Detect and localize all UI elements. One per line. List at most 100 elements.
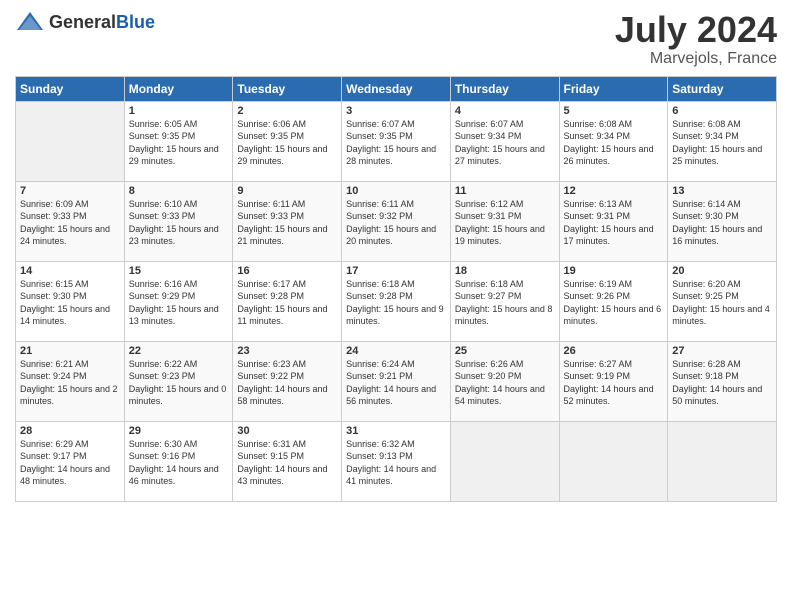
day-info: Sunrise: 6:06 AMSunset: 9:35 PMDaylight:… xyxy=(237,118,337,168)
calendar-cell: 3Sunrise: 6:07 AMSunset: 9:35 PMDaylight… xyxy=(342,101,451,181)
calendar-cell: 17Sunrise: 6:18 AMSunset: 9:28 PMDayligh… xyxy=(342,261,451,341)
column-header-friday: Friday xyxy=(559,76,668,101)
day-number: 11 xyxy=(455,185,555,197)
calendar-week-3: 21Sunrise: 6:21 AMSunset: 9:24 PMDayligh… xyxy=(16,341,777,421)
day-number: 28 xyxy=(20,425,120,437)
day-info: Sunrise: 6:28 AMSunset: 9:18 PMDaylight:… xyxy=(672,358,772,408)
calendar-cell: 14Sunrise: 6:15 AMSunset: 9:30 PMDayligh… xyxy=(16,261,125,341)
day-info: Sunrise: 6:05 AMSunset: 9:35 PMDaylight:… xyxy=(129,118,229,168)
day-number: 20 xyxy=(672,265,772,277)
day-number: 29 xyxy=(129,425,229,437)
column-header-saturday: Saturday xyxy=(668,76,777,101)
logo-text: GeneralBlue xyxy=(49,12,155,33)
column-header-sunday: Sunday xyxy=(16,76,125,101)
calendar-cell xyxy=(668,421,777,501)
day-number: 5 xyxy=(564,105,664,117)
day-number: 16 xyxy=(237,265,337,277)
day-number: 12 xyxy=(564,185,664,197)
day-number: 19 xyxy=(564,265,664,277)
logo-general: General xyxy=(49,12,116,32)
calendar-cell: 22Sunrise: 6:22 AMSunset: 9:23 PMDayligh… xyxy=(124,341,233,421)
calendar-cell: 24Sunrise: 6:24 AMSunset: 9:21 PMDayligh… xyxy=(342,341,451,421)
day-info: Sunrise: 6:32 AMSunset: 9:13 PMDaylight:… xyxy=(346,438,446,488)
calendar-cell: 28Sunrise: 6:29 AMSunset: 9:17 PMDayligh… xyxy=(16,421,125,501)
day-info: Sunrise: 6:20 AMSunset: 9:25 PMDaylight:… xyxy=(672,278,772,328)
logo-icon xyxy=(15,10,45,34)
day-info: Sunrise: 6:30 AMSunset: 9:16 PMDaylight:… xyxy=(129,438,229,488)
logo-blue: Blue xyxy=(116,12,155,32)
column-header-monday: Monday xyxy=(124,76,233,101)
day-number: 7 xyxy=(20,185,120,197)
day-info: Sunrise: 6:18 AMSunset: 9:27 PMDaylight:… xyxy=(455,278,555,328)
day-info: Sunrise: 6:08 AMSunset: 9:34 PMDaylight:… xyxy=(564,118,664,168)
day-info: Sunrise: 6:21 AMSunset: 9:24 PMDaylight:… xyxy=(20,358,120,408)
calendar-header-row: SundayMondayTuesdayWednesdayThursdayFrid… xyxy=(16,76,777,101)
page-container: GeneralBlue July 2024 Marvejols, France … xyxy=(0,0,792,512)
day-info: Sunrise: 6:23 AMSunset: 9:22 PMDaylight:… xyxy=(237,358,337,408)
day-number: 6 xyxy=(672,105,772,117)
calendar-cell: 21Sunrise: 6:21 AMSunset: 9:24 PMDayligh… xyxy=(16,341,125,421)
day-number: 31 xyxy=(346,425,446,437)
day-info: Sunrise: 6:10 AMSunset: 9:33 PMDaylight:… xyxy=(129,198,229,248)
day-info: Sunrise: 6:15 AMSunset: 9:30 PMDaylight:… xyxy=(20,278,120,328)
calendar-cell: 18Sunrise: 6:18 AMSunset: 9:27 PMDayligh… xyxy=(450,261,559,341)
calendar-cell: 26Sunrise: 6:27 AMSunset: 9:19 PMDayligh… xyxy=(559,341,668,421)
calendar-cell: 11Sunrise: 6:12 AMSunset: 9:31 PMDayligh… xyxy=(450,181,559,261)
day-number: 10 xyxy=(346,185,446,197)
calendar-cell: 5Sunrise: 6:08 AMSunset: 9:34 PMDaylight… xyxy=(559,101,668,181)
day-number: 15 xyxy=(129,265,229,277)
title-block: July 2024 Marvejols, France xyxy=(615,10,777,68)
calendar-cell: 10Sunrise: 6:11 AMSunset: 9:32 PMDayligh… xyxy=(342,181,451,261)
calendar-cell: 8Sunrise: 6:10 AMSunset: 9:33 PMDaylight… xyxy=(124,181,233,261)
day-info: Sunrise: 6:31 AMSunset: 9:15 PMDaylight:… xyxy=(237,438,337,488)
day-info: Sunrise: 6:07 AMSunset: 9:35 PMDaylight:… xyxy=(346,118,446,168)
calendar-cell: 23Sunrise: 6:23 AMSunset: 9:22 PMDayligh… xyxy=(233,341,342,421)
calendar-cell xyxy=(450,421,559,501)
calendar-cell: 16Sunrise: 6:17 AMSunset: 9:28 PMDayligh… xyxy=(233,261,342,341)
day-number: 3 xyxy=(346,105,446,117)
day-info: Sunrise: 6:16 AMSunset: 9:29 PMDaylight:… xyxy=(129,278,229,328)
calendar-cell: 2Sunrise: 6:06 AMSunset: 9:35 PMDaylight… xyxy=(233,101,342,181)
calendar-cell: 30Sunrise: 6:31 AMSunset: 9:15 PMDayligh… xyxy=(233,421,342,501)
calendar-week-4: 28Sunrise: 6:29 AMSunset: 9:17 PMDayligh… xyxy=(16,421,777,501)
calendar-cell: 7Sunrise: 6:09 AMSunset: 9:33 PMDaylight… xyxy=(16,181,125,261)
calendar-week-1: 7Sunrise: 6:09 AMSunset: 9:33 PMDaylight… xyxy=(16,181,777,261)
column-header-wednesday: Wednesday xyxy=(342,76,451,101)
day-number: 14 xyxy=(20,265,120,277)
day-number: 8 xyxy=(129,185,229,197)
day-info: Sunrise: 6:22 AMSunset: 9:23 PMDaylight:… xyxy=(129,358,229,408)
day-info: Sunrise: 6:26 AMSunset: 9:20 PMDaylight:… xyxy=(455,358,555,408)
day-number: 9 xyxy=(237,185,337,197)
calendar-cell: 25Sunrise: 6:26 AMSunset: 9:20 PMDayligh… xyxy=(450,341,559,421)
calendar-cell: 1Sunrise: 6:05 AMSunset: 9:35 PMDaylight… xyxy=(124,101,233,181)
calendar-table: SundayMondayTuesdayWednesdayThursdayFrid… xyxy=(15,76,777,502)
day-info: Sunrise: 6:18 AMSunset: 9:28 PMDaylight:… xyxy=(346,278,446,328)
day-info: Sunrise: 6:11 AMSunset: 9:32 PMDaylight:… xyxy=(346,198,446,248)
month-title: July 2024 xyxy=(615,10,777,50)
day-number: 21 xyxy=(20,345,120,357)
calendar-cell xyxy=(16,101,125,181)
day-info: Sunrise: 6:17 AMSunset: 9:28 PMDaylight:… xyxy=(237,278,337,328)
day-number: 23 xyxy=(237,345,337,357)
calendar-cell: 31Sunrise: 6:32 AMSunset: 9:13 PMDayligh… xyxy=(342,421,451,501)
calendar-cell: 6Sunrise: 6:08 AMSunset: 9:34 PMDaylight… xyxy=(668,101,777,181)
day-info: Sunrise: 6:19 AMSunset: 9:26 PMDaylight:… xyxy=(564,278,664,328)
calendar-cell: 12Sunrise: 6:13 AMSunset: 9:31 PMDayligh… xyxy=(559,181,668,261)
day-number: 27 xyxy=(672,345,772,357)
day-info: Sunrise: 6:13 AMSunset: 9:31 PMDaylight:… xyxy=(564,198,664,248)
calendar-cell: 15Sunrise: 6:16 AMSunset: 9:29 PMDayligh… xyxy=(124,261,233,341)
day-number: 2 xyxy=(237,105,337,117)
calendar-cell: 9Sunrise: 6:11 AMSunset: 9:33 PMDaylight… xyxy=(233,181,342,261)
day-info: Sunrise: 6:12 AMSunset: 9:31 PMDaylight:… xyxy=(455,198,555,248)
calendar-cell: 20Sunrise: 6:20 AMSunset: 9:25 PMDayligh… xyxy=(668,261,777,341)
day-info: Sunrise: 6:11 AMSunset: 9:33 PMDaylight:… xyxy=(237,198,337,248)
day-number: 13 xyxy=(672,185,772,197)
day-info: Sunrise: 6:07 AMSunset: 9:34 PMDaylight:… xyxy=(455,118,555,168)
column-header-thursday: Thursday xyxy=(450,76,559,101)
calendar-cell: 19Sunrise: 6:19 AMSunset: 9:26 PMDayligh… xyxy=(559,261,668,341)
logo: GeneralBlue xyxy=(15,10,155,34)
day-info: Sunrise: 6:08 AMSunset: 9:34 PMDaylight:… xyxy=(672,118,772,168)
day-info: Sunrise: 6:09 AMSunset: 9:33 PMDaylight:… xyxy=(20,198,120,248)
column-header-tuesday: Tuesday xyxy=(233,76,342,101)
day-number: 22 xyxy=(129,345,229,357)
